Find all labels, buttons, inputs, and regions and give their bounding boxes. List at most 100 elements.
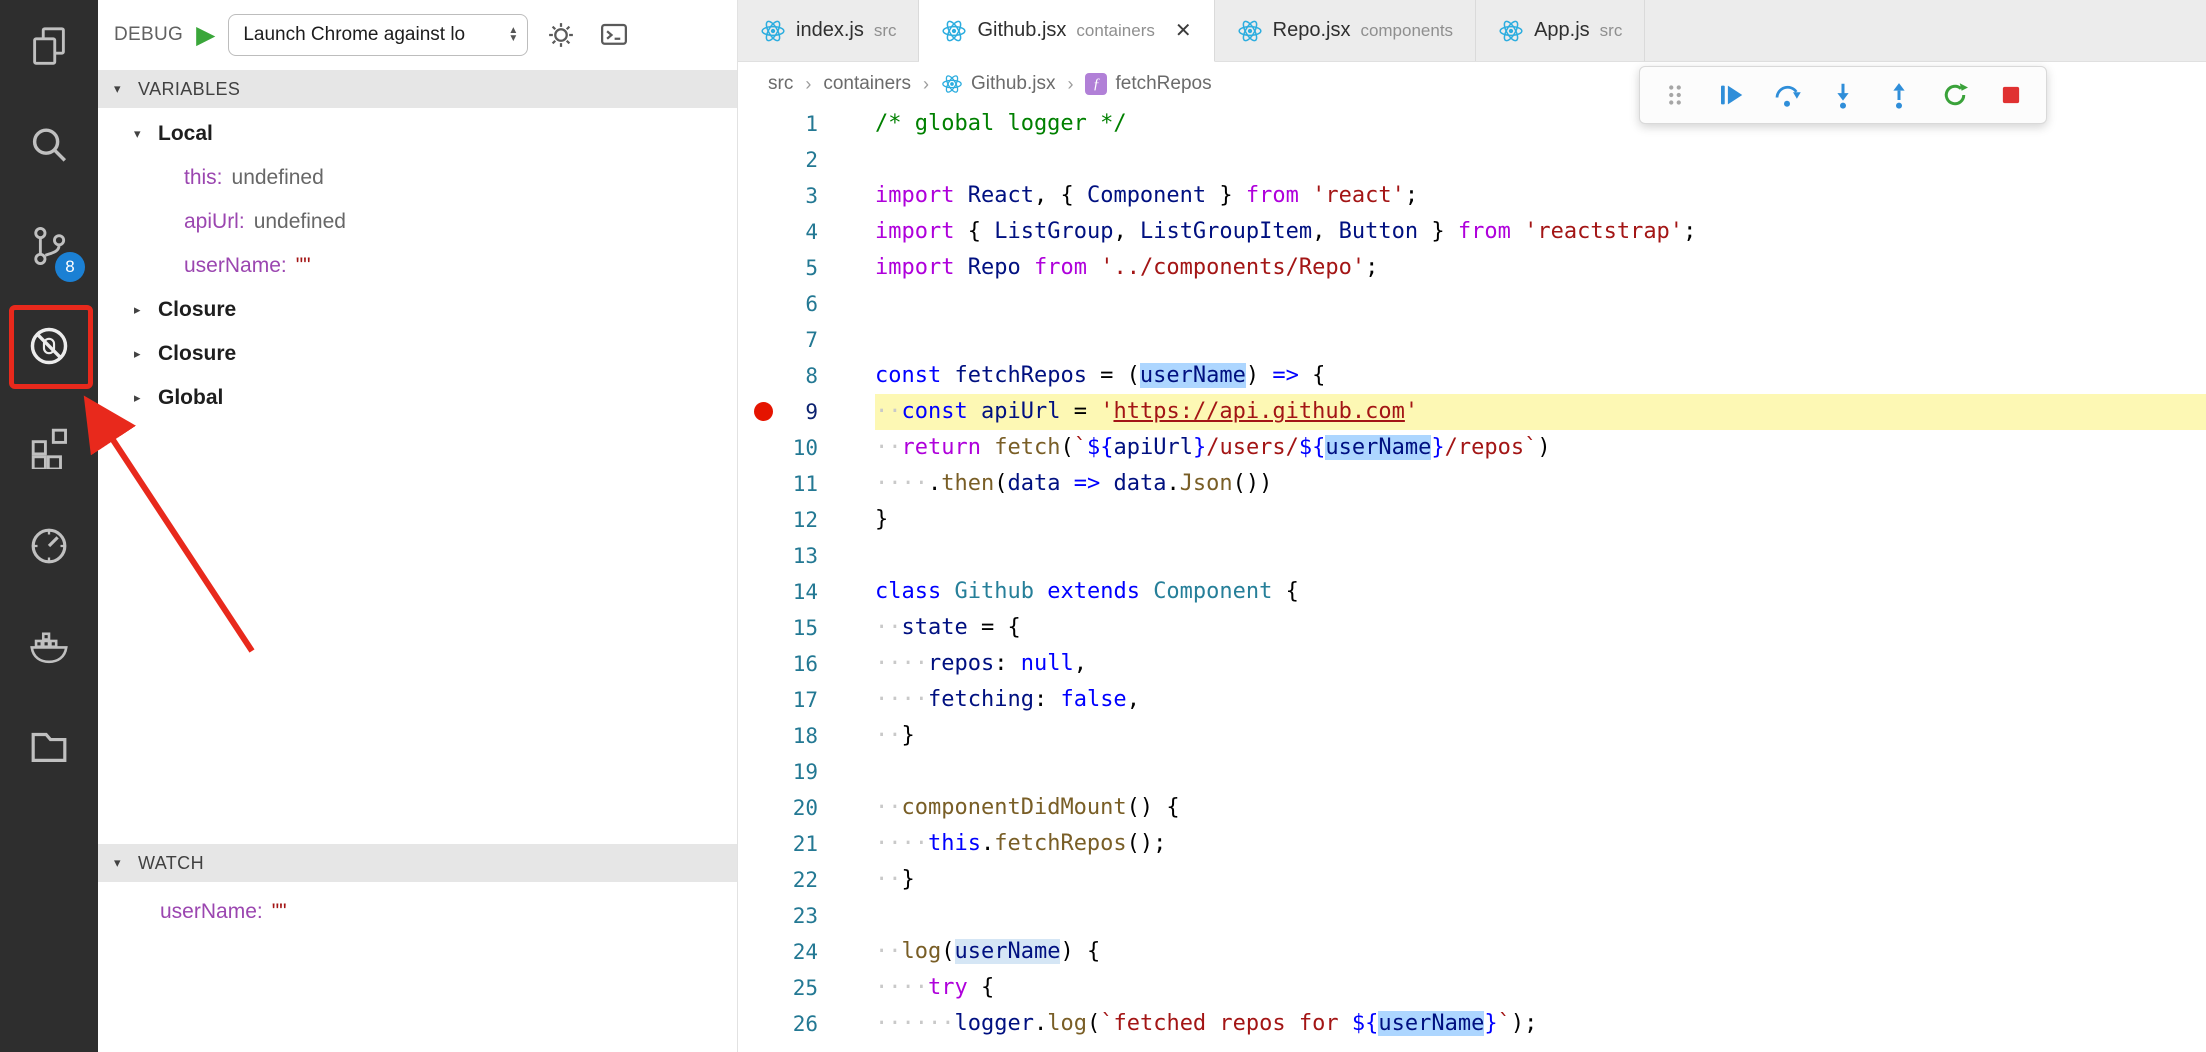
variables-section-header[interactable]: ▾ VARIABLES (98, 70, 737, 108)
tab-App.js[interactable]: App.js src (1476, 0, 1646, 61)
code-line-4[interactable]: 4 import { ListGroup, ListGroupItem, Butt… (738, 214, 2206, 250)
line-number[interactable]: 14 (738, 574, 875, 610)
breadcrumb-item-fetchRepos[interactable]: ƒ fetchRepos (1085, 73, 1212, 95)
code-token: ${ (1086, 435, 1114, 460)
debug-config-select[interactable]: Launch Chrome against lo ▲ ▼ (228, 14, 529, 56)
line-number[interactable]: 16 (738, 646, 875, 682)
line-number[interactable]: 13 (738, 538, 875, 574)
code-line-13[interactable]: 13 (738, 538, 2206, 574)
line-number[interactable]: 17 (738, 682, 875, 718)
line-number[interactable]: 3 (738, 178, 875, 214)
line-number[interactable]: 6 (738, 286, 875, 322)
code-line-11[interactable]: 11 ····.then(data => data.Json()) (738, 466, 2206, 502)
watch-section-header[interactable]: ▾ WATCH (98, 844, 737, 882)
activity-extensions-icon[interactable] (21, 418, 77, 474)
code-line-18[interactable]: 18 ··} (738, 718, 2206, 754)
line-number[interactable]: 10 (738, 430, 875, 466)
code-line-23[interactable]: 23 (738, 898, 2206, 934)
breadcrumb-item-Github.jsx[interactable]: Github.jsx (941, 73, 1055, 95)
code-line-21[interactable]: 21 ····this.fetchRepos(); (738, 826, 2206, 862)
line-number[interactable]: 25 (738, 970, 875, 1006)
line-number[interactable]: 23 (738, 898, 875, 934)
code-line-19[interactable]: 19 (738, 754, 2206, 790)
code-token: apiUrl (980, 399, 1061, 424)
breadcrumb-item-src[interactable]: src (768, 73, 793, 95)
line-number[interactable]: 8 (738, 358, 875, 394)
scope-closure[interactable]: ▸ Closure (98, 332, 737, 376)
line-number[interactable]: 15 (738, 610, 875, 646)
tab-dir-label: components (1360, 20, 1454, 40)
code-line-6[interactable]: 6 (738, 286, 2206, 322)
code-line-2[interactable]: 2 (738, 142, 2206, 178)
code-line-25[interactable]: 25 ····try { (738, 970, 2206, 1006)
tab-Github.jsx[interactable]: Github.jsx containers ✕ (919, 0, 1215, 62)
code-line-15[interactable]: 15 ··state = { (738, 610, 2206, 646)
code-line-20[interactable]: 20 ··componentDidMount() { (738, 790, 2206, 826)
line-number[interactable]: 11 (738, 466, 875, 502)
activity-search-icon[interactable] (21, 118, 77, 174)
code-line-17[interactable]: 17 ····fetching: false, (738, 682, 2206, 718)
activity-gauge-icon[interactable] (21, 518, 77, 574)
code-line-26[interactable]: 26 ······logger.log(`fetched repos for ${… (738, 1006, 2206, 1042)
stop-button[interactable] (1992, 76, 2030, 114)
debug-settings-button[interactable] (541, 15, 581, 55)
variable-apiUrl[interactable]: apiUrl: undefined (98, 200, 737, 244)
step-over-button[interactable] (1768, 76, 1806, 114)
line-number[interactable]: 1 (738, 106, 875, 142)
line-number[interactable]: 22 (738, 862, 875, 898)
activity-docker-icon[interactable] (21, 618, 77, 674)
activity-source-control-icon[interactable]: 8 (21, 218, 85, 282)
code-token: ···· (875, 651, 928, 676)
step-out-button[interactable] (1880, 76, 1918, 114)
activity-debug-icon[interactable] (21, 318, 77, 374)
watch-list: userName: "" (98, 882, 737, 1052)
code-line-7[interactable]: 7 (738, 322, 2206, 358)
line-number[interactable]: 20 (738, 790, 875, 826)
code-editor[interactable]: 1/* global logger */2 3 import React, { Co… (738, 106, 2206, 1052)
code-line-3[interactable]: 3 import React, { Component } from 'react… (738, 178, 2206, 214)
close-icon[interactable]: ✕ (1175, 18, 1192, 43)
variable-name: apiUrl: (184, 210, 245, 233)
scope-global[interactable]: ▸ Global (98, 376, 737, 420)
scope-closure[interactable]: ▸ Closure (98, 288, 737, 332)
line-number[interactable]: 21 (738, 826, 875, 862)
line-number[interactable]: 12 (738, 502, 875, 538)
line-number[interactable]: 24 (738, 934, 875, 970)
code-line-16[interactable]: 16 ····repos: null, (738, 646, 2206, 682)
code-line-14[interactable]: 14 class Github extends Component { (738, 574, 2206, 610)
line-number[interactable]: 5 (738, 250, 875, 286)
scope-local[interactable]: ▾ Local (98, 112, 737, 156)
code-token: fetch (994, 435, 1061, 460)
code-line-8[interactable]: 8 const fetchRepos = (userName) => { (738, 358, 2206, 394)
line-number[interactable]: 7 (738, 322, 875, 358)
breadcrumb-item-containers[interactable]: containers (823, 73, 911, 95)
breakpoint-icon[interactable] (754, 402, 773, 421)
line-number[interactable]: 4 (738, 214, 875, 250)
debug-console-button[interactable] (594, 15, 634, 55)
tab-Repo.jsx[interactable]: Repo.jsx components (1214, 0, 1477, 61)
variable-userName[interactable]: userName: "" (98, 890, 737, 934)
step-into-button[interactable] (1824, 76, 1862, 114)
variable-this[interactable]: this: undefined (98, 156, 737, 200)
activity-explorer-icon[interactable] (21, 18, 77, 74)
line-number[interactable]: 19 (738, 754, 875, 790)
tab-index.js[interactable]: index.js src (738, 0, 920, 61)
restart-button[interactable] (1936, 76, 1974, 114)
line-number[interactable]: 18 (738, 718, 875, 754)
code-line-9[interactable]: 9 ··const apiUrl = 'https://api.github.co… (738, 394, 2206, 430)
code-token: (); (1126, 831, 1167, 856)
line-number[interactable]: 9 (738, 394, 875, 430)
code-line-12[interactable]: 12} (738, 502, 2206, 538)
line-number[interactable]: 26 (738, 1006, 875, 1042)
line-number[interactable]: 2 (738, 142, 875, 178)
code-line-10[interactable]: 10 ··return fetch(`${apiUrl}/users/${user… (738, 430, 2206, 466)
variable-userName[interactable]: userName: "" (98, 244, 737, 288)
activity-folder-icon[interactable] (21, 718, 77, 774)
code-line-24[interactable]: 24 ··log(userName) { (738, 934, 2206, 970)
start-debugging-icon[interactable]: ▶ (196, 20, 215, 50)
code-line-5[interactable]: 5 import Repo from '../components/Repo'; (738, 250, 2206, 286)
continue-button[interactable] (1712, 76, 1750, 114)
code-token: ' (1100, 399, 1114, 424)
code-line-22[interactable]: 22 ··} (738, 862, 2206, 898)
